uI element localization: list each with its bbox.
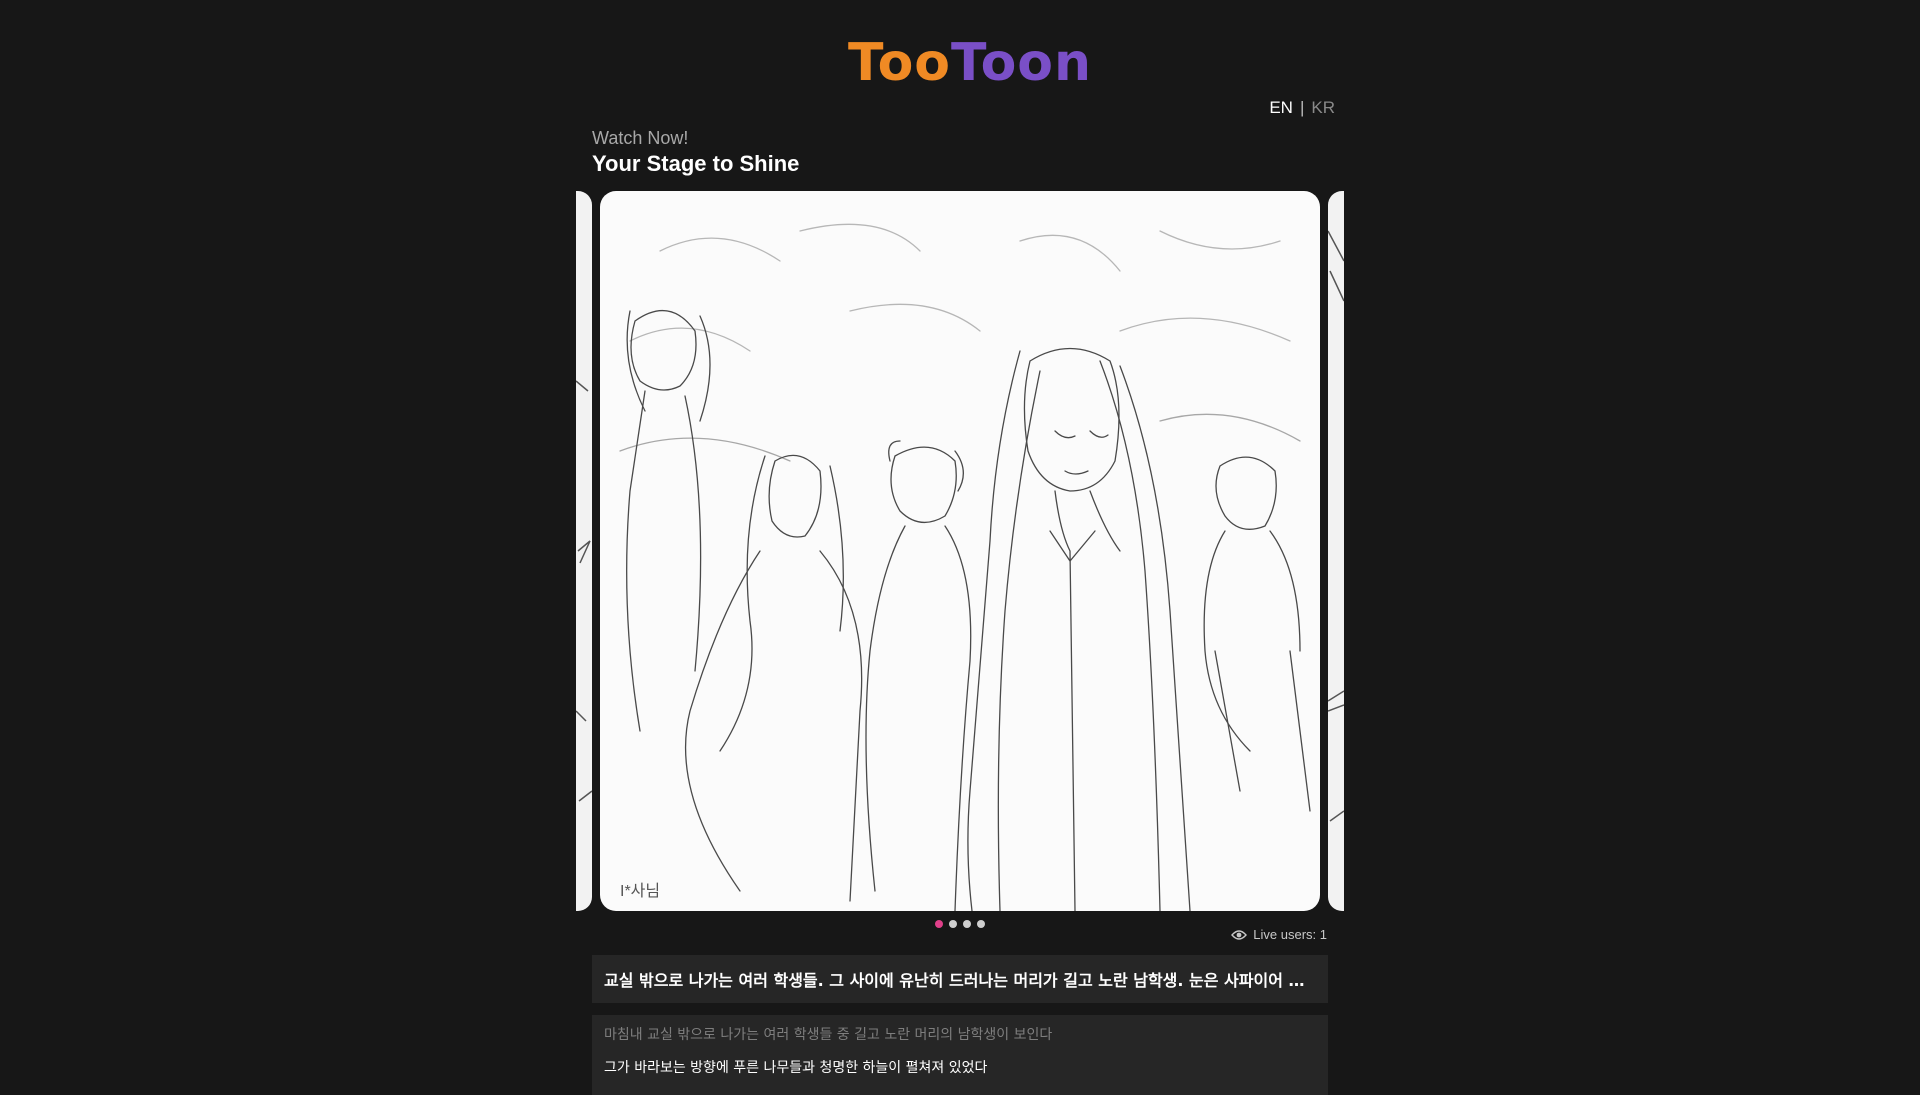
carousel-active-slide[interactable]: I*사님 (600, 191, 1320, 911)
logo-text-toon: Toon (951, 33, 1093, 93)
eye-icon (1231, 929, 1248, 940)
live-users-indicator: Live users: 1 (1231, 927, 1327, 942)
prev-slide-sketch (576, 380, 592, 802)
carousel-dot-3[interactable] (963, 920, 971, 928)
live-users-text: Live users: 1 (1253, 927, 1327, 942)
carousel-dot-2[interactable] (949, 920, 957, 928)
carousel-prev-slide-peek[interactable] (576, 191, 592, 911)
slide-summary-text: 교실 밖으로 나가는 여러 학생들. 그 사이에 유난히 드러나는 머리가 길고… (604, 971, 1316, 990)
carousel-dot-4[interactable] (977, 920, 985, 928)
slide-sketch-illustration (619, 223, 1311, 911)
carousel-next-slide-peek[interactable] (1328, 191, 1344, 911)
carousel-pagination (935, 920, 985, 928)
tootoon-logo[interactable]: TooToon (848, 33, 1091, 93)
story-text-panel: 마침내 교실 밖으로 나가는 여러 학생들 중 길고 노란 머리의 남학생이 보… (592, 1015, 1328, 1095)
carousel-dot-1[interactable] (935, 920, 943, 928)
slide-summary-box[interactable]: 교실 밖으로 나가는 여러 학생들. 그 사이에 유난히 드러나는 머리가 길고… (592, 955, 1328, 1003)
next-slide-sketch (1328, 230, 1344, 822)
language-switcher: EN | KR (1269, 97, 1335, 119)
lang-separator: | (1299, 98, 1305, 117)
section-subtitle: Watch Now! (592, 128, 689, 148)
section-title: Your Stage to Shine (592, 151, 800, 176)
logo-text-too: Too (848, 33, 952, 93)
lang-kr-button[interactable]: KR (1311, 98, 1335, 117)
lang-en-button[interactable]: EN (1269, 98, 1293, 117)
slide-author-credit: I*사님 (620, 883, 661, 900)
story-line-current: 그가 바라보는 방향에 푸른 나무들과 청명한 하늘이 펼쳐져 있었다 (604, 1060, 988, 1076)
story-line-previous: 마침내 교실 밖으로 나가는 여러 학생들 중 길고 노란 머리의 남학생이 보… (604, 1027, 1053, 1043)
